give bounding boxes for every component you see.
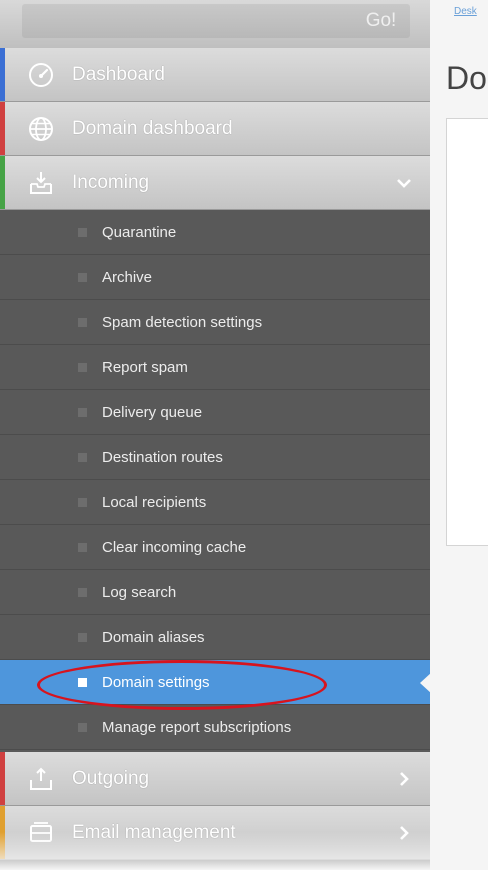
globe-icon (29, 117, 53, 141)
bullet-icon (78, 273, 87, 282)
submenu-label: Delivery queue (102, 404, 203, 421)
page-title: Do (446, 60, 487, 96)
chevron-down-icon (397, 179, 411, 188)
search-input[interactable]: Go! (22, 4, 410, 38)
search-bar: Go! (0, 0, 430, 52)
sidebar: Go! Dashboard Domain dashboard Incoming … (0, 0, 430, 870)
menu-item-incoming[interactable]: Incoming (0, 156, 430, 210)
bullet-icon (78, 633, 87, 642)
chevron-right-icon (400, 772, 409, 786)
menu-label: Dashboard (72, 64, 165, 85)
menu-item-outgoing[interactable]: Outgoing (0, 752, 430, 806)
submenu-label: Spam detection settings (102, 314, 263, 331)
submenu-item-spam-detection-settings[interactable]: Spam detection settings (0, 300, 430, 345)
bullet-icon (78, 723, 87, 732)
bullet-icon (78, 318, 87, 327)
speedometer-icon (29, 63, 53, 87)
accent-bar (0, 48, 5, 101)
menu-label: Outgoing (72, 768, 150, 789)
submenu-item-log-search[interactable]: Log search (0, 570, 430, 615)
content-panel (446, 118, 488, 546)
bullet-icon (78, 453, 87, 462)
menu-item-domain-dashboard[interactable]: Domain dashboard (0, 102, 430, 156)
submenu-label: Destination routes (102, 449, 223, 466)
submenu-item-local-recipients[interactable]: Local recipients (0, 480, 430, 525)
accent-bar (0, 102, 5, 155)
submenu-item-delivery-queue[interactable]: Delivery queue (0, 390, 430, 435)
submenu-label: Manage report subscriptions (102, 719, 292, 736)
submenu-item-quarantine[interactable]: Quarantine (0, 210, 430, 255)
submenu-item-domain-aliases[interactable]: Domain aliases (0, 615, 430, 660)
submenu-label: Report spam (102, 359, 188, 376)
accent-bar (0, 752, 5, 805)
menu-item-dashboard[interactable]: Dashboard (0, 48, 430, 102)
main-content: Desk Do (430, 0, 488, 870)
accent-bar (0, 156, 5, 209)
highlight-annotation (37, 660, 327, 710)
submenu-item-manage-report-subscriptions[interactable]: Manage report subscriptions (0, 705, 430, 750)
bullet-icon (78, 363, 87, 372)
breadcrumb[interactable]: Desk (454, 6, 477, 17)
submenu-item-report-spam[interactable]: Report spam (0, 345, 430, 390)
submenu-label: Domain aliases (102, 629, 205, 646)
submenu-label: Log search (102, 584, 177, 601)
submenu-item-clear-incoming-cache[interactable]: Clear incoming cache (0, 525, 430, 570)
bullet-icon (78, 228, 87, 237)
submenu-label: Quarantine (102, 224, 177, 241)
menu-label: Domain dashboard (72, 118, 233, 139)
bullet-icon (78, 408, 87, 417)
bullet-icon (78, 498, 87, 507)
bottom-fade (0, 832, 488, 870)
submenu-item-archive[interactable]: Archive (0, 255, 430, 300)
submenu-label: Archive (102, 269, 153, 286)
submenu-item-destination-routes[interactable]: Destination routes (0, 435, 430, 480)
bullet-icon (78, 543, 87, 552)
bullet-icon (78, 588, 87, 597)
menu-label: Incoming (72, 172, 150, 193)
outbox-upload-icon (30, 767, 52, 790)
submenu-label: Local recipients (102, 494, 207, 511)
submenu-label: Clear incoming cache (102, 539, 247, 556)
go-button[interactable]: Go! (352, 4, 410, 38)
inbox-download-icon (30, 172, 52, 194)
